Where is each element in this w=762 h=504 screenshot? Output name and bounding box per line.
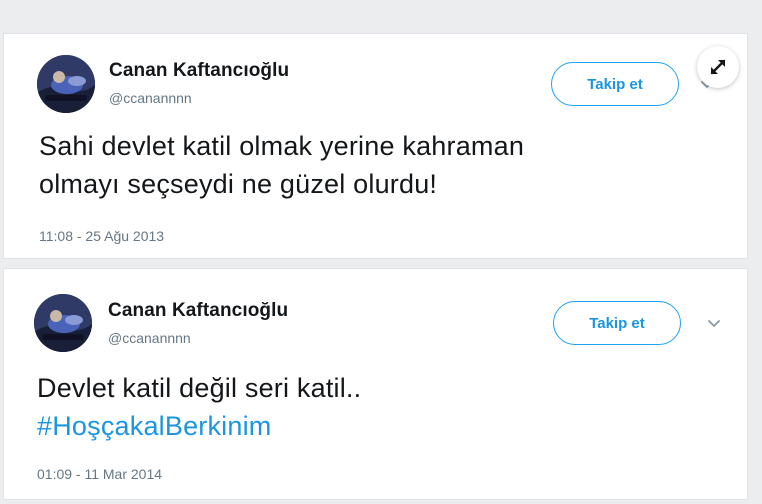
tweet-card: Canan Kaftancıoğlu @ccanannnn Takip et S… (3, 33, 748, 259)
user-handle[interactable]: @ccanannnn (108, 330, 191, 346)
hashtag-link[interactable]: #HoşçakalBerkinim (37, 407, 361, 445)
display-name[interactable]: Canan Kaftancıoğlu (108, 300, 288, 322)
expand-button[interactable] (697, 46, 739, 88)
tweet-text-line: Sahi devlet katil olmak yerine kahraman (39, 131, 525, 161)
follow-button[interactable]: Takip et (551, 62, 679, 106)
expand-arrows-icon (710, 59, 726, 75)
tweet-text: Sahi devlet katil olmak yerine kahraman … (39, 127, 524, 203)
user-handle[interactable]: @ccanannnn (109, 90, 192, 106)
tweet-text-line: Devlet katil değil seri katil.. (37, 373, 362, 403)
tweet-card: Canan Kaftancıoğlu @ccanannnn Takip et D… (3, 268, 748, 500)
timestamp[interactable]: 11:08 - 25 Ağu 2013 (39, 228, 164, 244)
tweet-text-line: olmayı seçseydi ne güzel olurdu! (39, 169, 438, 199)
avatar[interactable] (37, 55, 95, 113)
follow-button[interactable]: Takip et (553, 301, 681, 345)
tweet-text: Devlet katil değil seri katil.. #Hoşçaka… (37, 369, 361, 445)
timestamp[interactable]: 01:09 - 11 Mar 2014 (37, 466, 162, 482)
display-name[interactable]: Canan Kaftancıoğlu (109, 60, 289, 82)
chevron-down-icon[interactable] (707, 317, 721, 331)
avatar[interactable] (34, 294, 92, 352)
